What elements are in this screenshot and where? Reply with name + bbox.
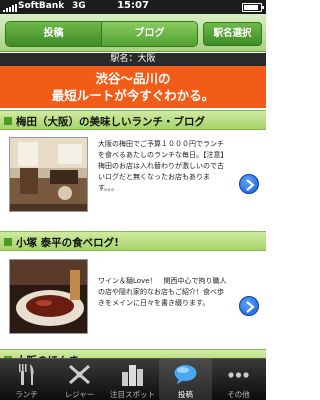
blog-entry[interactable]: ワイン＆麺Love！ 関西中心で拘り職人の店や隠れ家的なお店もご紹介！食べ歩きを… [0,252,266,342]
tab-other[interactable]: その他 [212,359,265,400]
blog-description: ワイン＆麺Love！ 関西中心で拘り職人の店や隠れ家的なお店もご紹介！食べ歩きを… [98,277,227,307]
buildings-icon [122,365,143,386]
blog-thumbnail [9,137,88,212]
tab-label: その他 [227,390,250,399]
tab-label: 注目スポット [110,390,155,399]
app-header: 投稿 ブログ 駅名選択 [0,14,266,52]
blog-title: 梅田（大阪）の美味しいランチ・ブログ [16,116,205,128]
segment-blog[interactable]: ブログ [101,22,197,46]
blog-description: 大阪の梅田でご予算１０００円でランチを食べるあたしのランチな毎日。【注意】梅田の… [98,140,228,192]
blog-title-bar[interactable]: 梅田（大阪）の美味しいランチ・ブログ [0,110,266,130]
bullet-square-icon [4,117,12,125]
blog-thumbnail [9,259,88,334]
banner-line-1: 渋谷～品川の [95,71,171,86]
speech-bubble-icon [174,365,197,384]
battery-icon [242,3,264,12]
blog-title-bar[interactable]: 小塚 泰平の食ベログ! [0,231,266,251]
tab-label: レジャー [64,390,95,399]
tab-lunch[interactable]: ランチ [0,359,53,400]
station-select-button[interactable]: 駅名選択 [203,22,262,46]
segmented-control: 投稿 ブログ [5,21,198,47]
station-name-bar: 駅名：大阪 [0,53,266,66]
clock: 15:07 [117,0,149,11]
chevron-right-icon[interactable] [239,296,259,316]
tab-post[interactable]: 投稿 [159,359,212,400]
tab-spots[interactable]: 注目スポット [106,359,159,400]
status-bar: SoftBank 3G 15:07 [0,0,266,14]
banner-line-2: 最短ルートが今すぐわかる。 [51,88,215,103]
blog-title: 小塚 泰平の食ベログ! [16,237,119,249]
bullet-square-icon [4,238,12,246]
chevron-right-icon[interactable] [239,174,259,194]
cross-icon [68,364,91,385]
more-icon [228,372,249,378]
tab-label: ランチ [15,390,38,399]
route-banner-ad[interactable]: 渋谷～品川の 最短ルートが今すぐわかる。 [0,66,266,108]
tab-bar: ランチ レジャー 注目スポット 投稿 その他 [0,358,266,400]
tab-label: 投稿 [178,390,193,399]
fork-knife-icon [19,364,34,385]
segment-post[interactable]: 投稿 [6,22,101,46]
tab-leisure[interactable]: レジャー [53,359,106,400]
